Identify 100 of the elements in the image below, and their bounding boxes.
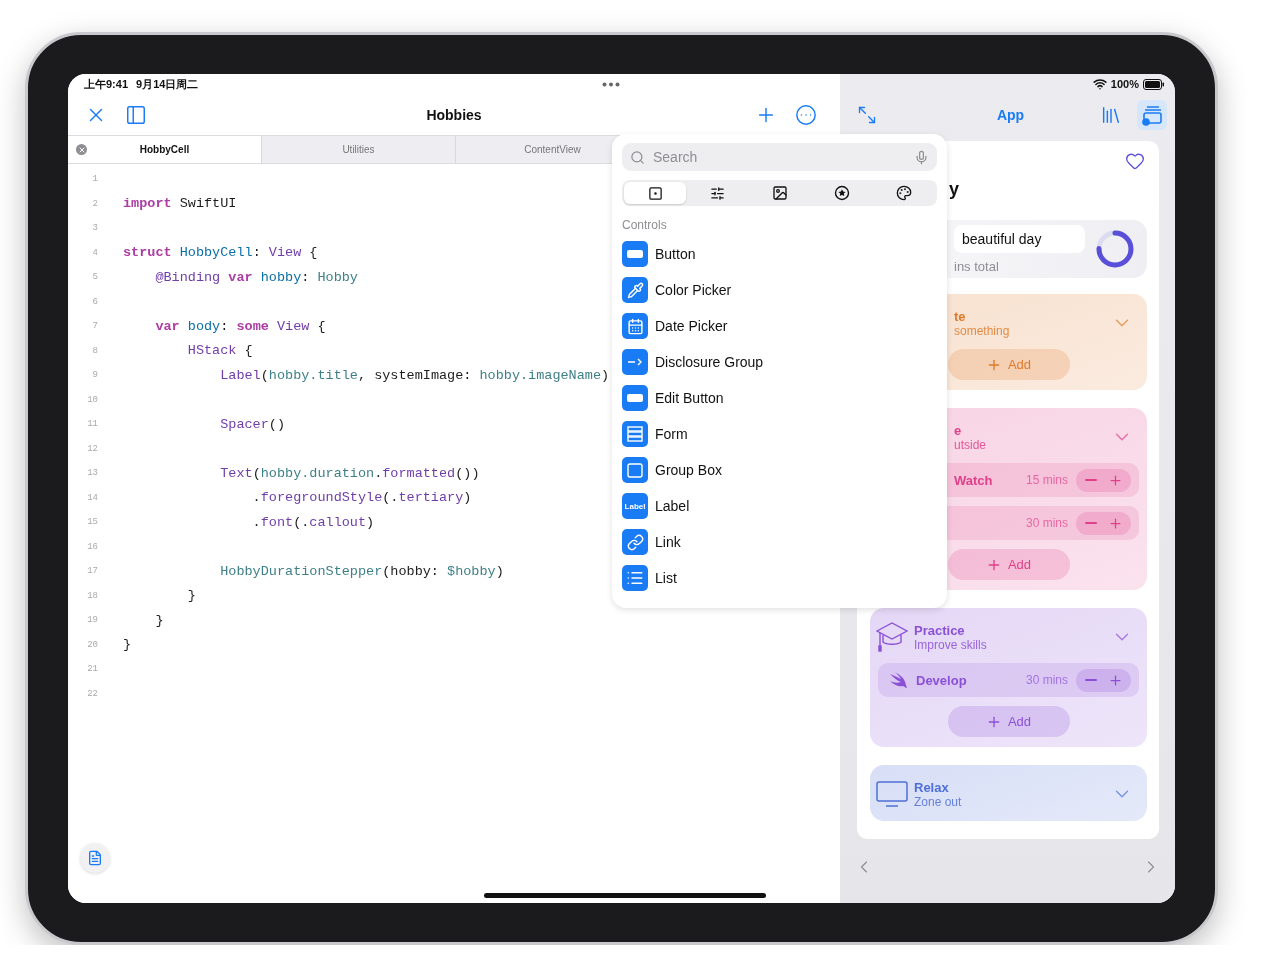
category-subtitle: Improve skills <box>914 637 988 652</box>
activity-duration: 30 mins <box>1025 673 1068 687</box>
goal-field[interactable]: beautiful day <box>954 224 1085 253</box>
line-number: 16 <box>86 541 98 552</box>
image-icon <box>771 185 788 201</box>
code-line: var body: some View { <box>154 318 326 334</box>
line-number: 11 <box>86 419 98 430</box>
segment-tab[interactable] <box>624 182 687 204</box>
code-line: Text(hobby.duration.formatted()) <box>219 465 480 481</box>
code-line: Label(hobby.title, systemImage: hobby.imageName) <box>219 367 610 383</box>
activity-duration: 15 mins <box>1025 473 1068 487</box>
eyedropper-icon <box>622 277 648 303</box>
line-number: 18 <box>86 590 98 601</box>
library-item[interactable]: Form <box>655 426 688 442</box>
category-subtitle: utside <box>954 437 988 452</box>
library-item[interactable]: Button <box>655 246 696 262</box>
more-icon <box>795 103 817 126</box>
edit-button-icon <box>622 385 648 411</box>
category-title: te <box>954 308 967 324</box>
category-title: e <box>954 422 963 438</box>
microphone-icon[interactable] <box>914 149 929 165</box>
category-title: Practice <box>914 622 966 638</box>
library-item[interactable]: Label <box>655 498 690 514</box>
library-item[interactable]: Group Box <box>655 462 722 478</box>
category-title: Relax <box>914 779 950 795</box>
section-header: Controls <box>622 218 668 232</box>
category-subtitle: something <box>954 323 1011 338</box>
code-line: HobbyDurationStepper(hobby: $hobby) <box>219 563 504 579</box>
link-icon <box>622 529 648 555</box>
code-line: import SwiftUI <box>123 196 237 212</box>
sidebar-icon <box>125 103 147 126</box>
preview-title: App <box>996 106 1025 123</box>
activity-name: Develop <box>916 672 967 688</box>
sliders-icon <box>709 185 725 201</box>
line-number: 2 <box>91 198 98 209</box>
code-line: } <box>186 588 196 604</box>
live-preview-button[interactable] <box>1137 99 1167 130</box>
code-line: } <box>154 612 164 628</box>
activity-name: Watch <box>954 472 993 488</box>
search-icon <box>630 149 645 165</box>
line-number: 20 <box>86 639 98 650</box>
line-number: 12 <box>86 443 98 454</box>
line-number: 21 <box>86 664 98 675</box>
line-number: 17 <box>86 566 98 577</box>
line-number: 4 <box>91 247 98 258</box>
line-number: 6 <box>91 296 98 307</box>
window-title: Hobbies <box>426 106 482 123</box>
search-input[interactable]: Search <box>651 148 908 166</box>
library-item[interactable]: Edit Button <box>655 390 724 406</box>
library-item[interactable]: Link <box>655 534 681 550</box>
calendar-icon <box>622 313 648 339</box>
line-number: 14 <box>86 492 98 503</box>
wifi-icon <box>1092 77 1107 91</box>
total-caption: ins total <box>954 258 1000 274</box>
monitor-icon <box>876 781 908 807</box>
library-item[interactable]: Date Picker <box>655 318 728 334</box>
status-time: 上午9:41 <box>84 76 129 92</box>
graduation-cap-icon <box>876 622 908 652</box>
category-subtitle: Zone out <box>914 794 963 809</box>
multitasking-dots-icon[interactable] <box>602 81 620 87</box>
plus-icon <box>1108 515 1123 531</box>
plus-icon <box>1108 672 1123 688</box>
expand-icon <box>857 104 877 125</box>
code-line: } <box>123 637 132 653</box>
battery-icon <box>1143 78 1165 90</box>
activity-duration: 30 mins <box>1025 516 1068 530</box>
plus-icon <box>1108 472 1123 488</box>
line-number: 15 <box>86 517 98 528</box>
line-number: 3 <box>91 223 98 234</box>
file-tab[interactable]: HobbyCell <box>68 136 262 163</box>
line-number: 5 <box>91 272 98 283</box>
code-line: struct HobbyCell: View { <box>123 245 318 261</box>
code-line: HStack { <box>186 343 253 359</box>
minus-icon <box>1085 521 1097 524</box>
list-icon <box>622 565 648 591</box>
document-icon <box>87 850 103 866</box>
minus-icon <box>1085 478 1097 481</box>
star-circle-icon <box>833 185 850 201</box>
form-rows-icon <box>622 421 648 447</box>
line-number: 8 <box>91 345 98 356</box>
heart-icon[interactable] <box>1125 151 1145 171</box>
close-tab-icon[interactable] <box>76 144 87 155</box>
code-line: Spacer() <box>219 416 286 432</box>
line-number: 10 <box>86 394 98 405</box>
dot-square-icon <box>647 185 663 201</box>
code-line: .foregroundStyle(.tertiary) <box>251 490 472 506</box>
code-line: @Binding var hobby: Hobby <box>154 269 358 285</box>
button-shape-icon <box>622 241 648 267</box>
line-number: 22 <box>86 688 98 699</box>
preview-heading: y <box>949 179 960 200</box>
search-field[interactable]: Search <box>622 143 937 171</box>
group-box-icon <box>622 457 648 483</box>
label-icon: Label <box>622 493 648 519</box>
library-item[interactable]: Color Picker <box>655 282 732 298</box>
line-number: 19 <box>86 615 98 626</box>
document-button[interactable] <box>80 843 110 873</box>
line-number: 9 <box>91 370 98 381</box>
minus-icon <box>1085 678 1097 681</box>
library-item[interactable]: List <box>655 570 677 586</box>
library-item[interactable]: Disclosure Group <box>655 354 764 370</box>
